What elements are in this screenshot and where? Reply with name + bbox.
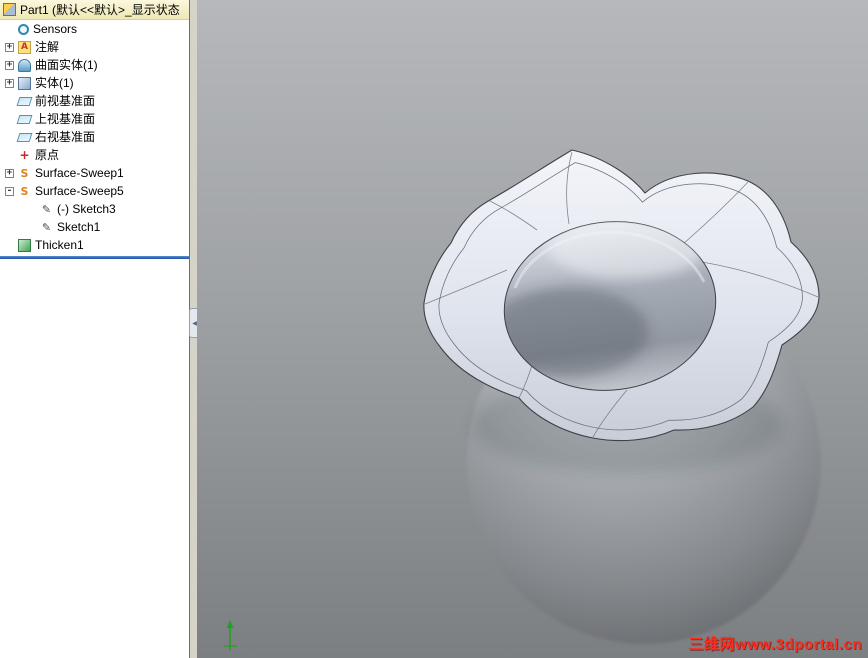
expand-toggle[interactable]: +	[5, 168, 14, 178]
expand-toggle[interactable]	[5, 241, 14, 250]
expand-toggle[interactable]: +	[5, 42, 14, 52]
sketch-icon: ✎	[41, 202, 52, 216]
plane-icon	[16, 96, 33, 106]
solid-bodies-icon	[18, 76, 31, 90]
expand-toggle[interactable]	[5, 115, 14, 124]
tree-item-top-plane[interactable]: 上视基准面	[0, 110, 189, 128]
tree-item-label: 原点	[35, 148, 60, 162]
tree-item-label: Thicken1	[35, 238, 84, 252]
expand-toggle[interactable]	[5, 97, 14, 106]
tree-item-label: Sensors	[33, 22, 78, 36]
tree-item-annotations[interactable]: + A 注解	[0, 38, 189, 56]
tree-item-right-plane[interactable]: 右视基准面	[0, 128, 189, 146]
expand-toggle[interactable]	[5, 133, 14, 142]
tree-item-sensors[interactable]: Sensors	[0, 20, 189, 38]
watermark: 三维网www.3dportal.cn	[688, 636, 862, 653]
tree-item-label: 曲面实体(1)	[35, 58, 98, 72]
tree-item-sketch1[interactable]: ✎ Sketch1	[0, 218, 189, 236]
rollback-bar[interactable]	[0, 256, 189, 259]
part-header[interactable]: Part1 (默认<<默认>_显示状态	[0, 0, 189, 20]
origin-triad	[224, 620, 237, 650]
sensors-icon	[18, 23, 29, 35]
expand-toggle[interactable]	[5, 25, 14, 34]
sketch-icon: ✎	[41, 220, 52, 234]
vase-3d-model	[224, 149, 821, 650]
expand-toggle[interactable]: +	[5, 78, 14, 88]
feature-tree-panel: Part1 (默认<<默认>_显示状态 Sensors + A 注解 + 曲面实…	[0, 0, 190, 658]
surface-sweep-icon: S	[20, 166, 29, 180]
tree-item-label: 前视基准面	[35, 94, 96, 108]
origin-icon: +	[19, 148, 30, 162]
tree-item-surface-bodies[interactable]: + 曲面实体(1)	[0, 56, 189, 74]
solidworks-window: Part1 (默认<<默认>_显示状态 Sensors + A 注解 + 曲面实…	[0, 0, 868, 658]
feature-tree: Sensors + A 注解 + 曲面实体(1) + 实体(1) 前视基准面 上…	[0, 20, 189, 254]
tree-item-surface-sweep1[interactable]: + S Surface-Sweep1	[0, 164, 189, 182]
expand-toggle[interactable]	[5, 151, 14, 160]
tree-item-front-plane[interactable]: 前视基准面	[0, 92, 189, 110]
tree-item-label: 右视基准面	[35, 130, 96, 144]
graphics-viewport[interactable]: 三维网www.3dportal.cn	[197, 0, 868, 658]
panel-splitter[interactable]: ◀	[189, 0, 200, 658]
tree-item-label: (-) Sketch3	[57, 202, 116, 216]
expand-toggle[interactable]	[27, 205, 36, 214]
surface-bodies-icon	[18, 58, 31, 72]
tree-item-label: 实体(1)	[35, 76, 74, 90]
expand-toggle[interactable]: +	[5, 60, 14, 70]
part-title: Part1 (默认<<默认>_显示状态	[20, 2, 180, 17]
tree-item-origin[interactable]: + 原点	[0, 146, 189, 164]
surface-sweep-icon: S	[20, 184, 29, 198]
tree-item-label: Sketch1	[57, 220, 101, 234]
tree-item-thicken1[interactable]: Thicken1	[0, 236, 189, 254]
expand-toggle[interactable]	[27, 223, 36, 232]
plane-icon	[16, 114, 33, 124]
expand-toggle[interactable]: -	[5, 186, 14, 196]
thicken-icon	[18, 238, 31, 252]
tree-item-label: Surface-Sweep5	[35, 184, 124, 198]
tree-item-label: 上视基准面	[35, 112, 96, 126]
plane-icon	[16, 132, 33, 142]
tree-item-label: Surface-Sweep1	[35, 166, 124, 180]
tree-item-label: 注解	[35, 40, 60, 54]
tree-item-solid-bodies[interactable]: + 实体(1)	[0, 74, 189, 92]
tree-item-surface-sweep5[interactable]: - S Surface-Sweep5	[0, 182, 189, 200]
annotations-icon: A	[18, 40, 31, 54]
tree-item-sketch3[interactable]: ✎ (-) Sketch3	[0, 200, 189, 218]
part-icon	[3, 3, 16, 16]
